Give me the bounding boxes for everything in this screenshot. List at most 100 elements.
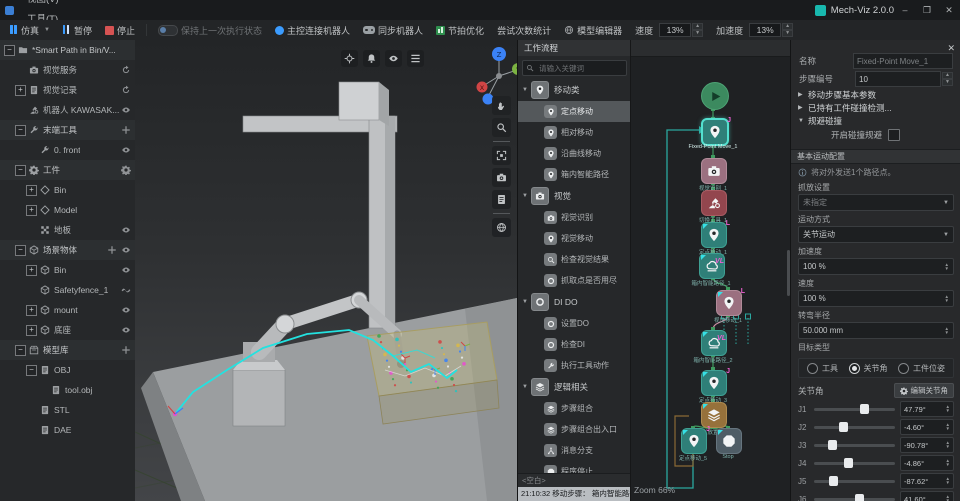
workflow-group-视觉[interactable]: ▼视觉 <box>518 185 631 207</box>
step-node[interactable] <box>701 402 727 428</box>
eye-icon[interactable] <box>121 265 131 275</box>
motion-type-dropdown[interactable]: 关节运动▼ <box>798 226 954 243</box>
joint-slider[interactable] <box>814 444 895 447</box>
gear-icon[interactable] <box>121 165 131 175</box>
scene-list-button[interactable] <box>492 190 511 209</box>
tree-item[interactable]: +底座 <box>0 320 135 340</box>
joint-value-input[interactable]: -90.78°▲▼ <box>900 437 954 453</box>
workflow-item-定点移动[interactable]: 定点移动 <box>518 101 631 122</box>
expand-toggle[interactable]: − <box>15 345 26 356</box>
plus-icon[interactable] <box>121 345 131 355</box>
visibility-button[interactable] <box>385 50 402 67</box>
workflow-item-程序停止[interactable]: 程序停止 <box>518 461 631 473</box>
joint-value-input[interactable]: 47.79°▲▼ <box>900 401 954 417</box>
tree-item[interactable]: +Safetyfence_1 <box>0 280 135 300</box>
tree-item[interactable]: +视觉服务 <box>0 60 135 80</box>
joint-slider[interactable] <box>814 426 895 429</box>
workflow-group-逻辑相关[interactable]: ▼逻辑相关 <box>518 376 631 398</box>
expand-toggle[interactable]: − <box>15 125 26 136</box>
workflow-item-沿曲线移动[interactable]: 沿曲线移动 <box>518 143 631 164</box>
stepper[interactable]: ▲▼ <box>946 495 950 501</box>
slider-thumb[interactable] <box>829 476 838 486</box>
3d-viewport[interactable]: Z X Y <box>135 40 517 501</box>
section-held-collision[interactable]: ▶ 已持有工件碰撞检测... <box>791 101 960 114</box>
joint-slider[interactable] <box>814 462 895 465</box>
workflow-item-检查视觉结果[interactable]: 检查视觉结果 <box>518 249 631 270</box>
pause-button[interactable]: 暂停 <box>57 22 98 39</box>
tree-item[interactable]: +DAE <box>0 420 135 440</box>
fit-view-button[interactable] <box>492 146 511 165</box>
workflow-item-检查DI[interactable]: 检查DI <box>518 334 631 355</box>
expand-toggle[interactable]: + <box>26 305 37 316</box>
expand-toggle[interactable]: − <box>26 365 37 376</box>
locate-button[interactable] <box>341 50 358 67</box>
display-list-button[interactable] <box>407 50 424 67</box>
plus-icon[interactable] <box>107 245 117 255</box>
step-node[interactable]: J <box>681 428 707 454</box>
step-node[interactable]: L <box>716 290 742 316</box>
attempt-stats-button[interactable]: 尝试次数统计 <box>491 22 557 39</box>
workflow-item-视觉识别[interactable]: 视觉识别 <box>518 207 631 228</box>
stepper[interactable]: ▲▼ <box>946 459 950 467</box>
stepper[interactable]: ▲▼ <box>946 477 950 485</box>
tree-item[interactable]: −*Smart Path in Bin/V... <box>0 40 135 60</box>
radio-关节角[interactable]: 关节角 <box>849 363 888 374</box>
tree-item[interactable]: +Model <box>0 200 135 220</box>
workflow-item-步骤组合[interactable]: 步骤组合 <box>518 398 631 419</box>
pick-config-dropdown[interactable]: 未指定▼ <box>798 194 954 211</box>
step-number-input[interactable] <box>855 71 941 87</box>
speed-input[interactable] <box>659 23 691 37</box>
close-button[interactable]: ✕ <box>938 0 960 20</box>
tree-item[interactable]: +视觉记录 <box>0 80 135 100</box>
stepper[interactable]: ▲▼ <box>946 423 950 431</box>
blend-radius-input[interactable]: 50.000 mm ▲▼ <box>798 322 954 339</box>
start-node[interactable] <box>701 82 729 110</box>
menu-view[interactable]: 视图(V) <box>18 0 68 10</box>
expand-toggle[interactable]: + <box>26 205 37 216</box>
tree-item[interactable]: +STL <box>0 400 135 420</box>
expand-toggle[interactable]: + <box>26 325 37 336</box>
joint-value-input[interactable]: 41.60°▲▼ <box>900 491 954 501</box>
refresh-icon[interactable] <box>121 65 131 75</box>
stepper[interactable]: ▲▼ <box>945 295 949 303</box>
workflow-item-相对移动[interactable]: 相对移动 <box>518 122 631 143</box>
tree-item[interactable]: +机器人 KAWASAK... <box>0 100 135 120</box>
expand-toggle[interactable]: + <box>26 185 37 196</box>
joint-value-input[interactable]: -4.86°▲▼ <box>900 455 954 471</box>
simulate-button[interactable]: 仿真 ▼ <box>4 22 56 39</box>
section-avoid-collision[interactable]: ▼ 规避碰撞 <box>791 114 960 127</box>
step-node[interactable]: J <box>701 118 729 146</box>
speed-input[interactable]: 100 % ▲▼ <box>798 290 954 307</box>
tree-item[interactable]: −工件 <box>0 160 135 180</box>
accel-stepper[interactable]: ▲▼ <box>782 23 793 37</box>
workflow-item-消息分支[interactable]: 消息分支 <box>518 440 631 461</box>
zoom-button[interactable] <box>492 118 511 137</box>
eye-icon[interactable] <box>121 325 131 335</box>
plus-icon[interactable] <box>121 125 131 135</box>
slider-thumb[interactable] <box>844 458 853 468</box>
stepper[interactable]: ▲▼ <box>946 441 950 449</box>
joint-slider[interactable] <box>814 480 895 483</box>
step-node[interactable] <box>701 158 727 184</box>
step-number-stepper[interactable]: ▲▼ <box>942 72 953 86</box>
tree-item[interactable]: +地板 <box>0 220 135 240</box>
sync-robot-button[interactable]: 同步机器人 <box>357 22 429 39</box>
stepper[interactable]: ▲▼ <box>945 263 949 271</box>
workflow-item-设置DO[interactable]: 设置DO <box>518 313 631 334</box>
model-editor-button[interactable]: 模型编辑器 <box>558 22 628 39</box>
eye-icon[interactable] <box>121 305 131 315</box>
step-node[interactable] <box>716 428 742 454</box>
tree-item[interactable]: +mount <box>0 300 135 320</box>
joint-value-input[interactable]: -4.60°▲▼ <box>900 419 954 435</box>
tree-item[interactable]: −末端工具 <box>0 120 135 140</box>
workflow-canvas[interactable]: JFixed-Point Move_1视觉识别_1切换工具_1L定点移动_1VL… <box>630 40 791 501</box>
step-node[interactable] <box>701 190 727 216</box>
acceleration-input[interactable]: 100 % ▲▼ <box>798 258 954 275</box>
eye-icon[interactable] <box>121 245 131 255</box>
beat-optimize-button[interactable]: 节拍优化 <box>430 22 490 39</box>
tree-item[interactable]: +tool.obj <box>0 380 135 400</box>
refresh-icon[interactable] <box>121 85 131 95</box>
expand-toggle[interactable]: + <box>15 85 26 96</box>
joint-slider[interactable] <box>814 498 895 501</box>
master-connect-button[interactable]: 主控连接机器人 <box>269 22 356 39</box>
